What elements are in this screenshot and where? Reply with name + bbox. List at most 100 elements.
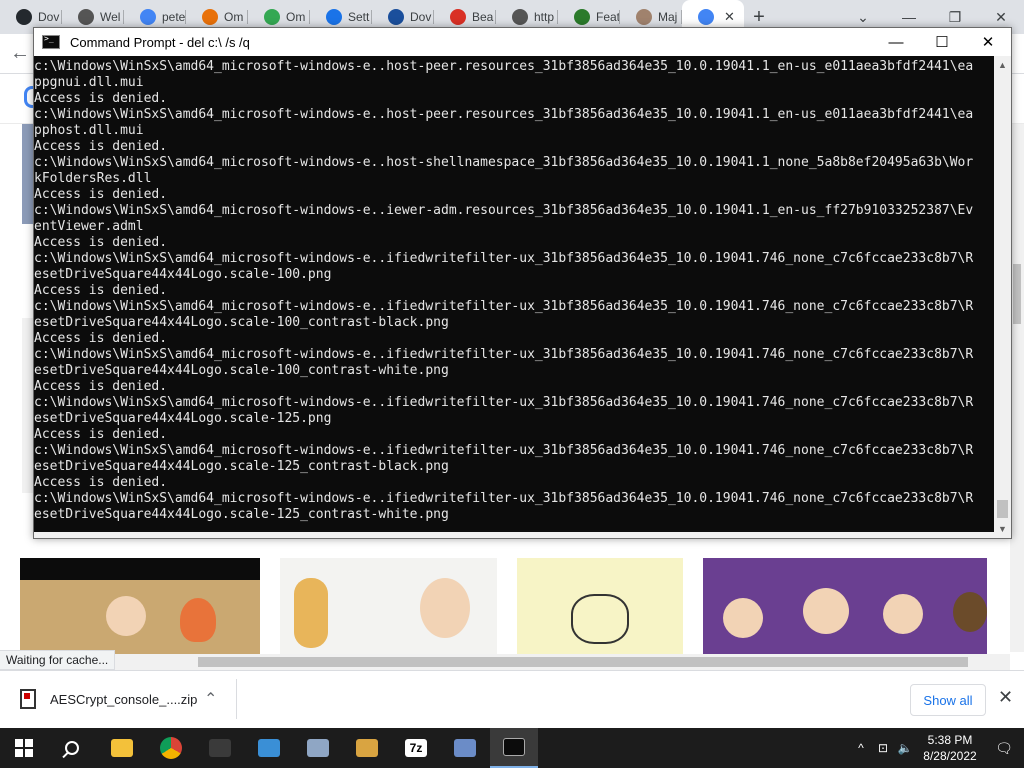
image-results-row	[20, 558, 990, 654]
console-line: Access is denied.	[34, 427, 168, 442]
scroll-down-icon[interactable]: ▼	[998, 524, 1007, 534]
download-item[interactable]: AESCrypt_console_....zip	[20, 689, 197, 709]
windows-logo-icon	[15, 739, 33, 757]
console-line: pphost.dll.mui	[34, 123, 144, 138]
tab-label: Dov	[38, 10, 60, 24]
console-line: Access is denied.	[34, 283, 168, 298]
console-line: entViewer.adml	[34, 219, 144, 234]
paint-icon	[356, 739, 378, 757]
console-line: Access is denied.	[34, 331, 168, 346]
taskbar-app[interactable]	[245, 728, 293, 768]
status-bubble: Waiting for cache...	[0, 650, 116, 670]
clock-date: 8/28/2022	[923, 749, 977, 763]
console-line: esetDriveSquare44x44Logo.scale-100_contr…	[34, 315, 449, 330]
play-store-icon	[264, 9, 280, 25]
google-icon	[140, 9, 156, 25]
globe-icon	[78, 9, 94, 25]
console-output: c:\Windows\WinSxS\amd64_microsoft-window…	[34, 59, 994, 523]
minimize-button[interactable]: —	[873, 28, 919, 56]
taskbar-app[interactable]	[490, 728, 538, 768]
maximize-button[interactable]: ☐	[919, 28, 965, 56]
command-prompt-window[interactable]: Command Prompt - del c:\ /s /q — ☐ ✕ c:\…	[33, 27, 1012, 539]
desktop: Dov Wel pete Om Om Sett Dov Bea http Feat Maj ✕ + ⌄…	[0, 0, 1024, 768]
network-icon[interactable]: ⊡	[872, 741, 894, 755]
console-horizontal-scrollbar[interactable]	[34, 532, 994, 538]
download-bar: AESCrypt_console_....zip ⌃ Show all ✕	[0, 670, 1024, 728]
scrollbar-thumb[interactable]	[997, 500, 1008, 518]
close-button[interactable]: ✕	[965, 28, 1011, 56]
volume-icon[interactable]: 🔈	[894, 741, 916, 755]
image-result[interactable]	[703, 558, 987, 654]
scrollbar-thumb[interactable]	[1013, 264, 1021, 324]
taskbar-app[interactable]	[98, 728, 146, 768]
file-explorer-icon	[111, 739, 133, 757]
restore-button[interactable]: ❐	[932, 9, 978, 26]
obs-icon	[209, 739, 231, 757]
console-line: Access is denied.	[34, 235, 168, 250]
image-result[interactable]	[517, 558, 683, 654]
horizontal-scrollbar[interactable]	[0, 654, 1010, 670]
console-line: Access is denied.	[34, 379, 168, 394]
chevron-up-icon[interactable]: ⌃	[204, 689, 217, 709]
taskbar-app[interactable]: 7z	[392, 728, 440, 768]
start-button[interactable]	[0, 728, 48, 768]
tab-label: http	[534, 10, 555, 24]
tab-label: Bea	[472, 10, 494, 24]
clock[interactable]: 5:38 PM 8/28/2022	[916, 732, 984, 764]
lock-icon	[450, 9, 466, 25]
taskbar: 7z ^ ⊡ 🔈 5:38 PM 8/28/2022 🗨	[0, 728, 1024, 768]
console-scrollbar[interactable]: ▲ ▼	[994, 56, 1011, 538]
console-line: c:\Windows\WinSxS\amd64_microsoft-window…	[34, 299, 974, 314]
console-area[interactable]: c:\Windows\WinSxS\amd64_microsoft-window…	[34, 56, 1011, 538]
page-scrollbar[interactable]	[1010, 124, 1024, 652]
gear-icon	[326, 9, 342, 25]
console-line: c:\Windows\WinSxS\amd64_microsoft-window…	[34, 251, 974, 266]
console-line: c:\Windows\WinSxS\amd64_microsoft-window…	[34, 59, 974, 74]
console-line: Access is denied.	[34, 187, 168, 202]
console-line: c:\Windows\WinSxS\amd64_microsoft-window…	[34, 491, 974, 506]
taskbar-app[interactable]	[147, 728, 195, 768]
command-prompt-icon[interactable]	[42, 34, 60, 49]
tab-label: Feat	[596, 10, 620, 24]
back-button[interactable]: ←	[10, 42, 30, 65]
tab-label: Maj	[658, 10, 678, 24]
taskbar-app[interactable]	[441, 728, 489, 768]
console-line: esetDriveSquare44x44Logo.scale-100_contr…	[34, 363, 449, 378]
scroll-up-icon[interactable]: ▲	[998, 60, 1007, 70]
console-line: esetDriveSquare44x44Logo.scale-125_contr…	[34, 507, 449, 522]
tab-label: Dov	[410, 10, 432, 24]
notifications-icon[interactable]: 🗨	[984, 740, 1024, 757]
minimize-button[interactable]: —	[886, 9, 932, 25]
console-line: c:\Windows\WinSxS\amd64_microsoft-window…	[34, 443, 974, 458]
settings-icon	[454, 739, 476, 757]
zip-file-icon	[20, 689, 36, 709]
image-result[interactable]	[280, 558, 497, 654]
divider	[236, 679, 237, 719]
close-button[interactable]: ✕	[978, 9, 1024, 26]
show-all-button[interactable]: Show all	[910, 684, 986, 716]
image-result[interactable]	[20, 558, 260, 654]
github-icon	[16, 9, 32, 25]
window-title: Command Prompt - del c:\ /s /q	[70, 34, 250, 50]
close-icon[interactable]: ✕	[998, 687, 1013, 708]
google-icon	[698, 9, 714, 25]
taskbar-app[interactable]	[343, 728, 391, 768]
cmd-title-bar[interactable]: Command Prompt - del c:\ /s /q — ☐ ✕	[34, 28, 1011, 56]
taskbar-app[interactable]	[294, 728, 342, 768]
show-hidden-icons[interactable]: ^	[850, 741, 872, 755]
console-line: Access is denied.	[34, 91, 168, 106]
console-line: c:\Windows\WinSxS\amd64_microsoft-window…	[34, 203, 974, 218]
console-line: Access is denied.	[34, 475, 168, 490]
search-button[interactable]	[48, 728, 96, 768]
7zip-icon: 7z	[405, 739, 427, 757]
console-line: esetDriveSquare44x44Logo.scale-100.png	[34, 267, 332, 282]
taskbar-app[interactable]	[196, 728, 244, 768]
clock-time: 5:38 PM	[927, 733, 973, 747]
tab-close-icon[interactable]: ✕	[724, 9, 735, 25]
tab-label: Om	[286, 10, 306, 24]
scrollbar-thumb[interactable]	[198, 657, 968, 667]
tab-label: Wel	[100, 10, 121, 24]
tab-search-button[interactable]: ⌄	[840, 9, 886, 26]
feature-icon	[574, 9, 590, 25]
q-icon	[388, 9, 404, 25]
